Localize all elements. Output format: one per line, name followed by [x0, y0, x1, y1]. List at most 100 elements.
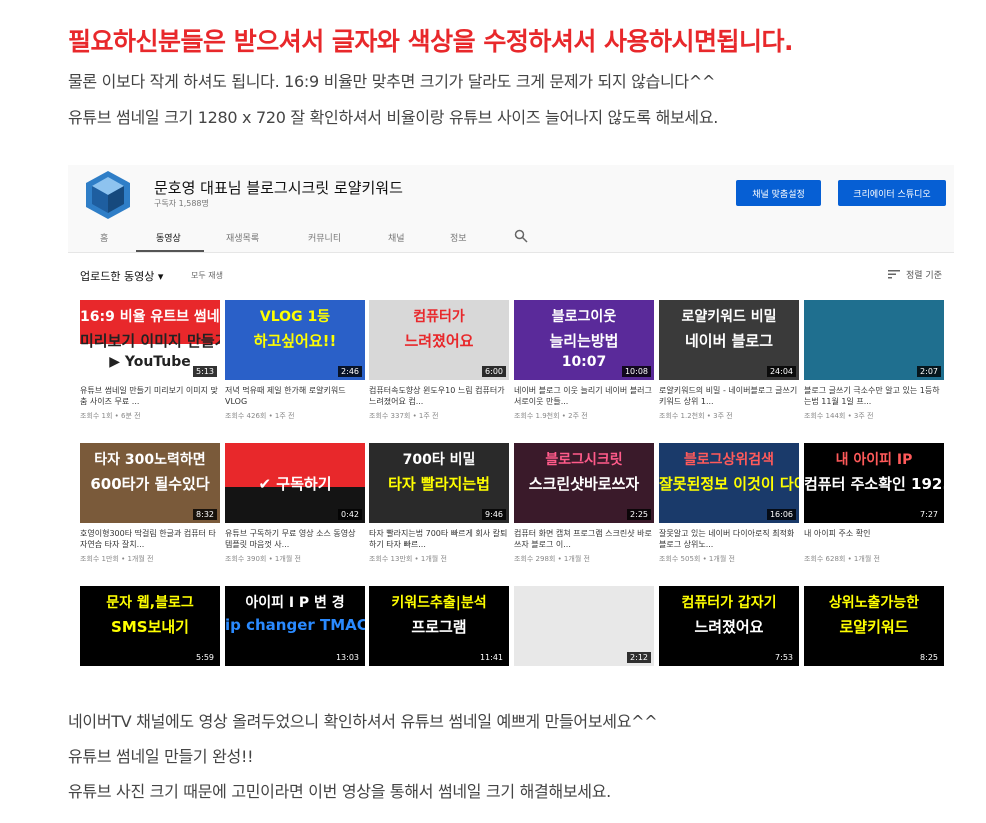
video-meta: 조회수 1만회 • 1개월 전: [80, 555, 154, 563]
video-meta: 조회수 298회 • 1개월 전: [514, 555, 590, 563]
video-card[interactable]: 컴퓨터가 느려졌어요 6:00 컴퓨터속도향상 윈도우10 느림 컴퓨터가 느려졌어요…: [369, 300, 509, 421]
video-thumbnail[interactable]: 타자 300노력하면 600타가 될수있다 8:32: [80, 443, 220, 523]
video-card[interactable]: 키워드추출|분석 프로그램 11:41: [369, 586, 509, 666]
video-card[interactable]: 2:07 블로그 글쓰기 극소수만 알고 있는 1등하는법 11월 1일 프...…: [804, 300, 944, 421]
tab-channels[interactable]: 채널: [388, 231, 405, 244]
video-card[interactable]: 16:9 비율 유트브 썸네일 미리보기 이미지 만들기 ▶ YouTube 5:13…: [80, 300, 220, 421]
video-duration: 7:27: [917, 509, 941, 520]
video-card[interactable]: 내 아이피 IP 컴퓨터 주소확인 192.168.0.1 7:27 내 아이피 주소…: [804, 443, 944, 564]
tab-community[interactable]: 커뮤니티: [308, 231, 341, 244]
video-duration: 2:25: [627, 509, 651, 520]
video-title[interactable]: 유튜브 구독하기 무료 영상 소스 동영상 템플릿 마음껏 사...: [225, 528, 365, 550]
video-duration: 8:32: [193, 509, 217, 520]
sort-icon: [888, 270, 900, 279]
video-card[interactable]: 로얄키워드 비밀 네이버 블로그 24:04 로얄키워드의 비밀 - 네이버블로그 글…: [659, 300, 799, 421]
video-card[interactable]: ✔ 구독하기 0:42 유튜브 구독하기 무료 영상 소스 동영상 템플릿 마음껏 …: [225, 443, 365, 564]
creator-studio-button[interactable]: 크리에이터 스튜디오: [838, 180, 946, 206]
video-duration: 5:59: [193, 652, 217, 663]
video-thumbnail[interactable]: 2:12: [514, 586, 654, 666]
thumbnail-text-bottom: 스크린샷바로쓰자: [528, 475, 640, 493]
thumbnail-text-bottom: 타자 빨라지는법: [388, 475, 490, 493]
video-title[interactable]: 컴퓨터 화면 캡쳐 프로그램 스크린샷 바로쓰자 블로그 이...: [514, 528, 654, 550]
video-thumbnail[interactable]: ✔ 구독하기 0:42: [225, 443, 365, 523]
thumbnail-text-bottom: 느려졌어요: [694, 618, 764, 636]
thumbnail-text-bottom: ip changer TMAC 7, 8, 10: [225, 616, 365, 634]
active-tab-indicator: [136, 250, 204, 252]
youtube-channel-screenshot: 문호영 대표님 블로그시크릿 로얄키워드 구독자 1,588명 채널 맞춤설정 …: [68, 165, 954, 670]
video-thumbnail[interactable]: 2:07: [804, 300, 944, 380]
thumbnail-text-bottom: 프로그램: [411, 618, 467, 636]
video-thumbnail[interactable]: 블로그상위검색잘못된정보 이것이 다이아로직 16:06: [659, 443, 799, 523]
video-title[interactable]: 네이버 블로그 이웃 늘리기 네이버 블러그 서로이웃 만들...: [514, 385, 654, 407]
video-card[interactable]: 700타 비밀 타자 빨라지는법 9:46 타자 빨라지는법 700타 빠르게 회사 …: [369, 443, 509, 564]
video-thumbnail[interactable]: 블로그시크릿 스크린샷바로쓰자 2:25: [514, 443, 654, 523]
video-thumbnail[interactable]: 컴퓨터가 갑자기느려졌어요 7:53: [659, 586, 799, 666]
video-title[interactable]: 로얄키워드의 비밀 - 네이버블로그 글쓰기 키워드 상위 1...: [659, 385, 799, 407]
video-card[interactable]: 아이피 I P 변 경 ip changer TMAC 7, 8, 10 13:03: [225, 586, 365, 666]
uploads-dropdown[interactable]: 업로드한 동영상 ▾: [80, 268, 163, 284]
video-thumbnail[interactable]: 블로그이웃 늘리는방법 10:07 10:08: [514, 300, 654, 380]
thumbnail-text-bottom: 잘못된정보 이것이 다이아로직: [659, 475, 799, 493]
tab-playlists[interactable]: 재생목록: [226, 231, 259, 244]
video-thumbnail[interactable]: 700타 비밀 타자 빨라지는법 9:46: [369, 443, 509, 523]
video-title[interactable]: 잘못알고 있는 네이버 다이아로직 최적화 블로그 상위노...: [659, 528, 799, 550]
video-duration: 2:07: [917, 366, 941, 377]
video-thumbnail[interactable]: 로얄키워드 비밀 네이버 블로그 24:04: [659, 300, 799, 380]
article-paragraph-5: 유튜브 사진 크기 때문에 고민이라면 이번 영상을 통해서 썸네일 크기 해결…: [68, 782, 611, 801]
video-card[interactable]: 타자 300노력하면 600타가 될수있다 8:32 호영이형300타 딱걸림 한글과…: [80, 443, 220, 564]
video-thumbnail[interactable]: 아이피 I P 변 경 ip changer TMAC 7, 8, 10 13:03: [225, 586, 365, 666]
video-duration: 2:46: [338, 366, 362, 377]
video-thumbnail[interactable]: 문자 웹,블로그 SMS보내기 5:59: [80, 586, 220, 666]
video-title[interactable]: 타자 빨라지는법 700타 빠르게 회사 칼퇴하기 타자 빠르...: [369, 528, 509, 550]
video-title[interactable]: 호영이형300타 딱걸림 한글과 컴퓨터 타자연습 타자 잘치...: [80, 528, 220, 550]
tab-home[interactable]: 홈: [100, 231, 108, 244]
channel-tabs: 홈 동영상 재생목록 커뮤니티 채널 정보: [68, 225, 954, 253]
channel-name[interactable]: 문호영 대표님 블로그시크릿 로얄키워드: [154, 177, 403, 198]
thumbnail-text-top: 블로그이웃: [551, 309, 617, 325]
thumbnail-text-bottom: ✔ 구독하기: [258, 475, 332, 493]
thumbnail-text-top: 컴퓨터가: [413, 309, 465, 325]
video-title[interactable]: 유튜브 썸네일 만들기 미리보기 이미지 맞춤 사이즈 무료 ...: [80, 385, 220, 407]
video-duration: 7:53: [772, 652, 796, 663]
sort-button[interactable]: 정렬 기준: [888, 268, 942, 281]
video-meta: 조회수 337회 • 1주 전: [369, 412, 439, 420]
video-meta: 조회수 13만회 • 1개월 전: [369, 555, 447, 563]
video-meta: 조회수 1회 • 6분 전: [80, 412, 141, 420]
thumbnail-text-top: 타자 300노력하면: [94, 452, 206, 468]
play-all-link[interactable]: 모두 재생: [191, 270, 223, 281]
video-card[interactable]: 컴퓨터가 갑자기느려졌어요 7:53: [659, 586, 799, 666]
search-icon[interactable]: [514, 229, 528, 243]
thumbnail-text-bottom: 네이버 블로그: [684, 332, 774, 350]
video-meta: 조회수 390회 • 1개월 전: [225, 555, 301, 563]
tab-about[interactable]: 정보: [450, 231, 467, 244]
video-card[interactable]: 블로그시크릿 스크린샷바로쓰자 2:25 컴퓨터 화면 캡쳐 프로그램 스크린샷 바로…: [514, 443, 654, 564]
article-paragraph-3: 네이버TV 채널에도 영상 올려두었으니 확인하셔서 유튜브 썸네일 예쁘게 만…: [68, 712, 658, 731]
video-card[interactable]: 문자 웹,블로그 SMS보내기 5:59: [80, 586, 220, 666]
video-card[interactable]: 블로그이웃 늘리는방법 10:07 10:08 네이버 블로그 이웃 늘리기 네이버 블…: [514, 300, 654, 421]
thumbnail-text-bottom: 컴퓨터 주소확인 192.168.0.1: [804, 475, 944, 493]
thumbnail-text-top: 컴퓨터가 갑자기: [681, 595, 777, 611]
tab-videos[interactable]: 동영상: [156, 231, 181, 244]
video-card[interactable]: 2:12: [514, 586, 654, 666]
customize-channel-button[interactable]: 채널 맞춤설정: [736, 180, 821, 206]
video-thumbnail[interactable]: VLOG 1등 하고싶어요!! 2:46: [225, 300, 365, 380]
video-thumbnail[interactable]: 상위노출가능한 로얄키워드 8:25: [804, 586, 944, 666]
video-title[interactable]: 블로그 글쓰기 극소수만 알고 있는 1등하는법 11월 1일 프...: [804, 385, 944, 407]
video-duration: 2:12: [627, 652, 651, 663]
video-card[interactable]: 블로그상위검색잘못된정보 이것이 다이아로직 16:06 잘못알고 있는 네이버 다…: [659, 443, 799, 564]
video-card[interactable]: VLOG 1등 하고싶어요!! 2:46 저녁 먹유때 제일 한가해 로얄키워드 VL…: [225, 300, 365, 421]
thumbnail-text-top: 아이피 I P 변 경: [245, 595, 345, 611]
thumbnail-text-bottom: 로얄키워드: [839, 618, 909, 636]
video-thumbnail[interactable]: 키워드추출|분석 프로그램 11:41: [369, 586, 509, 666]
video-title[interactable]: 내 아이피 주소 확인: [804, 528, 944, 550]
video-card[interactable]: 상위노출가능한 로얄키워드 8:25: [804, 586, 944, 666]
video-thumbnail[interactable]: 16:9 비율 유트브 썸네일 미리보기 이미지 만들기 ▶ YouTube 5:13: [80, 300, 220, 380]
video-meta: 조회수 1.9천회 • 2주 전: [514, 412, 588, 420]
video-thumbnail[interactable]: 내 아이피 IP 컴퓨터 주소확인 192.168.0.1 7:27: [804, 443, 944, 523]
video-meta: 조회수 144회 • 3주 전: [804, 412, 874, 420]
video-meta: 조회수 628회 • 1개월 전: [804, 555, 880, 563]
thumbnail-text-bottom: 미리보기 이미지 만들기: [80, 332, 220, 350]
video-title[interactable]: 컴퓨터속도향상 윈도우10 느림 컴퓨터가 느려졌어요 컴...: [369, 385, 509, 407]
video-title[interactable]: 저녁 먹유때 제일 한가해 로얄키워드 VLOG: [225, 385, 365, 407]
video-thumbnail[interactable]: 컴퓨터가 느려졌어요 6:00: [369, 300, 509, 380]
